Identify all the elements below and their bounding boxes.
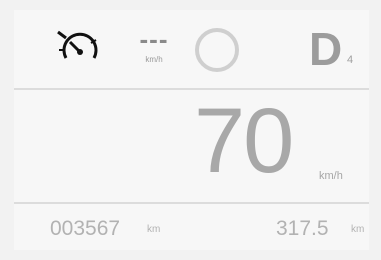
circle-indicator-icon <box>195 28 239 72</box>
trip-value: 317.5 <box>276 217 329 240</box>
cruise-speed-value: --- <box>139 24 169 54</box>
distance-bar: 003567 km 317.5 km <box>14 202 369 252</box>
speed-unit: km/h <box>319 170 343 182</box>
current-speed: 70 <box>194 90 294 192</box>
gear-number: 4 <box>347 54 354 66</box>
odometer-value: 003567 <box>50 217 121 240</box>
instrument-display: --- km/h D 4 70 km/h 003567 km 317.5 km <box>14 10 369 250</box>
odometer-unit: km <box>147 224 161 235</box>
gear-indicator: D <box>309 23 343 75</box>
speed-display: 70 km/h <box>14 90 369 200</box>
trip-unit: km <box>351 224 365 235</box>
cruise-speed-unit: km/h <box>145 55 163 64</box>
speedometer-icon <box>57 30 98 59</box>
status-bar: --- km/h D 4 <box>14 10 369 90</box>
